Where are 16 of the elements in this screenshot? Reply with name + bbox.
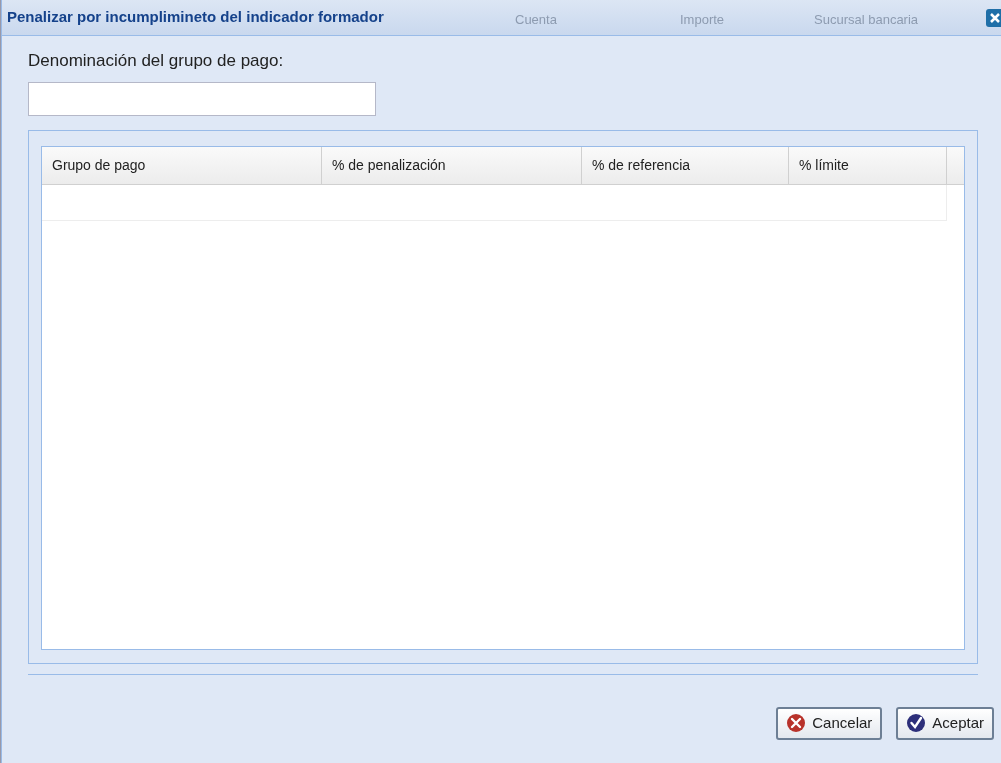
column-header[interactable]: % límite bbox=[789, 146, 947, 184]
field-label: Denominación del grupo de pago: bbox=[28, 50, 285, 72]
close-icon bbox=[989, 12, 1001, 24]
column-header[interactable]: Grupo de pago bbox=[42, 146, 322, 184]
background-column-header: Sucursal bancaria bbox=[814, 11, 919, 29]
background-column-header: Importe bbox=[680, 11, 725, 29]
cancel-button[interactable]: Cancelar bbox=[776, 706, 883, 740]
close-button[interactable] bbox=[986, 9, 1001, 27]
accept-button[interactable]: Aceptar bbox=[896, 706, 994, 740]
checkmark-icon bbox=[906, 713, 927, 733]
input-field[interactable] bbox=[28, 81, 376, 116]
column-header[interactable]: % de referencia bbox=[582, 146, 789, 184]
column-header[interactable]: % de penalización bbox=[322, 146, 582, 184]
close-icon bbox=[786, 713, 807, 733]
background-column-header: Cuenta bbox=[515, 11, 557, 29]
dialog-title: Penalizar por incumplimineto del indicador formador bbox=[7, 7, 384, 28]
